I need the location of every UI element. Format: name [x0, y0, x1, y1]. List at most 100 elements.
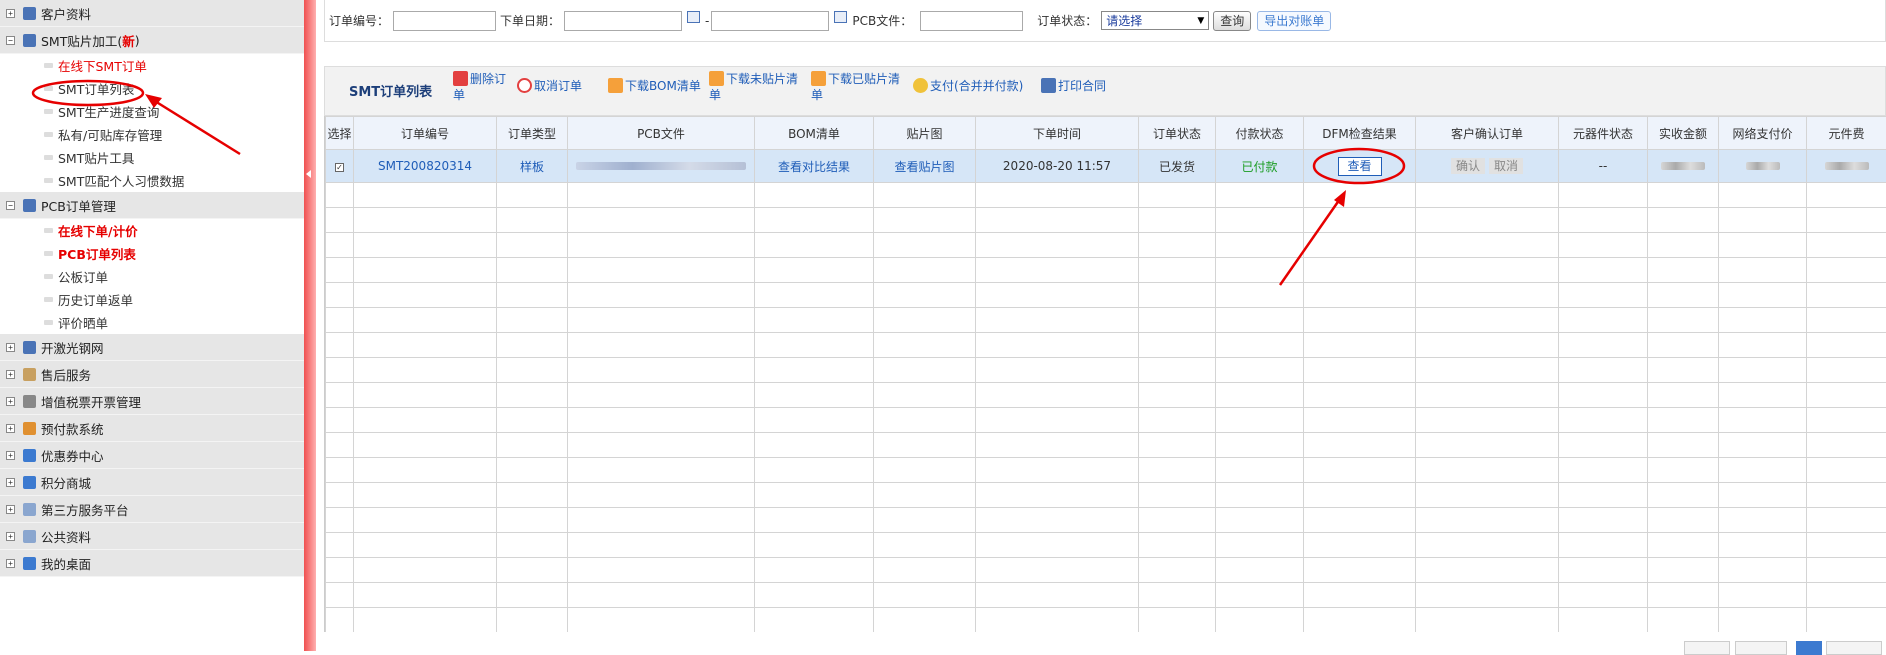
order-no-input[interactable] — [393, 11, 496, 31]
sidebar-item[interactable]: 评价晒单 — [0, 311, 304, 334]
empty-cell — [874, 408, 976, 433]
export-statement-button[interactable]: 导出对账单 — [1257, 11, 1331, 31]
table-row[interactable]: ✓ SMT200820314 样板 查看对比结果 查看贴片图 2020-08-2… — [326, 150, 1886, 183]
sidebar-group[interactable]: +开激光钢网 — [0, 334, 304, 361]
empty-cell — [1648, 408, 1719, 433]
download-unplaced-button[interactable]: 下载未贴片清单 — [709, 71, 807, 103]
expand-icon[interactable]: + — [6, 451, 15, 460]
date-from-input[interactable] — [564, 11, 682, 31]
download-placed-button[interactable]: 下载已贴片清单 — [811, 71, 909, 103]
expand-icon[interactable]: + — [6, 9, 15, 18]
pager-first-button[interactable] — [1684, 641, 1730, 655]
date-to-input[interactable] — [711, 11, 829, 31]
calendar-icon[interactable] — [687, 11, 700, 23]
print-contract-button[interactable]: 打印合同 — [1041, 78, 1106, 94]
dfm-view-button[interactable]: 查看 — [1338, 157, 1382, 176]
sidebar-group[interactable]: −SMT贴片加工(新) — [0, 27, 304, 54]
sidebar-item[interactable]: 私有/可贴库存管理 — [0, 123, 304, 146]
column-header: 网络支付价 — [1719, 117, 1807, 150]
empty-cell — [1719, 508, 1807, 533]
placement-view-link[interactable]: 查看贴片图 — [874, 150, 976, 183]
bom-compare-link[interactable]: 查看对比结果 — [755, 150, 874, 183]
empty-cell — [497, 458, 568, 483]
sidebar-item[interactable]: PCB订单列表 — [0, 242, 304, 265]
sidebar-collapse-handle[interactable] — [304, 0, 316, 651]
sidebar-group[interactable]: +客户资料 — [0, 0, 304, 27]
sidebar-item[interactable]: SMT匹配个人习惯数据 — [0, 169, 304, 192]
pcb-file-input[interactable] — [920, 11, 1023, 31]
sidebar-item[interactable]: 在线下单/计价 — [0, 219, 304, 242]
sidebar-group[interactable]: +积分商城 — [0, 469, 304, 496]
empty-cell — [497, 583, 568, 608]
cancel-confirm-button[interactable]: 取消 — [1489, 158, 1523, 174]
empty-cell — [1139, 458, 1216, 483]
pager-next-button[interactable] — [1826, 641, 1882, 655]
sidebar-group[interactable]: +公共资料 — [0, 523, 304, 550]
expand-icon[interactable]: + — [6, 370, 15, 379]
query-button[interactable]: 查询 — [1213, 11, 1251, 31]
checkbox[interactable]: ✓ — [335, 163, 344, 172]
empty-cell — [1807, 333, 1886, 358]
delete-order-button[interactable]: 删除订单 — [453, 71, 515, 103]
pay-label: 支付(合并并付款) — [930, 79, 1023, 93]
collapse-icon[interactable]: − — [6, 201, 15, 210]
sidebar-item[interactable]: 公板订单 — [0, 265, 304, 288]
confirm-button[interactable]: 确认 — [1451, 158, 1485, 174]
collapse-arrow-icon — [306, 170, 311, 178]
row-checkbox-cell[interactable]: ✓ — [326, 150, 354, 183]
sidebar-group[interactable]: +第三方服务平台 — [0, 496, 304, 523]
empty-cell — [497, 308, 568, 333]
menu-bullet-icon — [44, 109, 53, 114]
pager-current-page[interactable] — [1796, 641, 1822, 655]
sidebar-group[interactable]: +售后服务 — [0, 361, 304, 388]
expand-icon[interactable]: + — [6, 397, 15, 406]
order-status-label: 订单状态： — [1037, 12, 1097, 29]
sidebar-group-label: 增值税票开票管理 — [41, 392, 141, 411]
expand-icon[interactable]: + — [6, 559, 15, 568]
order-table: 选择订单编号订单类型PCB文件BOM清单贴片图下单时间订单状态付款状态DFM检查… — [325, 116, 1886, 632]
expand-icon[interactable]: + — [6, 343, 15, 352]
calendar-icon[interactable] — [834, 11, 847, 23]
sidebar-group[interactable]: −PCB订单管理 — [0, 192, 304, 219]
cancel-order-button[interactable]: 取消订单 — [517, 78, 582, 94]
sidebar-item[interactable]: 在线下SMT订单 — [0, 54, 304, 77]
sidebar-submenu: 在线下SMT订单SMT订单列表SMT生产进度查询私有/可贴库存管理SMT贴片工具… — [0, 54, 304, 192]
pager-prev-button[interactable] — [1735, 641, 1787, 655]
empty-cell — [976, 383, 1139, 408]
empty-cell — [568, 458, 755, 483]
sidebar-item[interactable]: 历史订单返单 — [0, 288, 304, 311]
empty-cell — [755, 508, 874, 533]
empty-cell — [354, 208, 497, 233]
download-bom-button[interactable]: 下载BOM清单 — [608, 78, 701, 94]
empty-cell — [568, 333, 755, 358]
expand-icon[interactable]: + — [6, 505, 15, 514]
empty-cell — [1216, 183, 1304, 208]
table-header-row: 选择订单编号订单类型PCB文件BOM清单贴片图下单时间订单状态付款状态DFM检查… — [326, 117, 1886, 150]
shield-icon — [23, 449, 36, 462]
sidebar-item[interactable]: SMT订单列表 — [0, 77, 304, 100]
sidebar-group[interactable]: +优惠券中心 — [0, 442, 304, 469]
person-icon — [23, 7, 36, 20]
order-status-select[interactable]: 请选择 ▼ — [1101, 11, 1209, 30]
empty-cell — [1559, 383, 1648, 408]
expand-icon[interactable]: + — [6, 532, 15, 541]
expand-icon[interactable]: + — [6, 478, 15, 487]
empty-cell — [1216, 608, 1304, 633]
empty-cell — [1216, 283, 1304, 308]
sidebar-item[interactable]: SMT贴片工具 — [0, 146, 304, 169]
expand-icon[interactable]: + — [6, 424, 15, 433]
sidebar-group[interactable]: + 增值税票开票管理 — [0, 388, 304, 415]
empty-cell — [874, 308, 976, 333]
sidebar-group[interactable]: +我的桌面 — [0, 550, 304, 577]
sidebar-item[interactable]: SMT生产进度查询 — [0, 100, 304, 123]
cancel-icon — [517, 78, 532, 93]
sidebar-group[interactable]: +预付款系统 — [0, 415, 304, 442]
wallet-icon — [23, 422, 36, 435]
collapse-icon[interactable]: − — [6, 36, 15, 45]
order-no-cell[interactable]: SMT200820314 — [354, 150, 497, 183]
empty-cell — [1304, 283, 1416, 308]
empty-cell — [326, 558, 354, 583]
empty-cell — [1648, 608, 1719, 633]
pcb-file-cell[interactable] — [568, 150, 755, 183]
pay-button[interactable]: 支付(合并并付款) — [913, 78, 1023, 94]
